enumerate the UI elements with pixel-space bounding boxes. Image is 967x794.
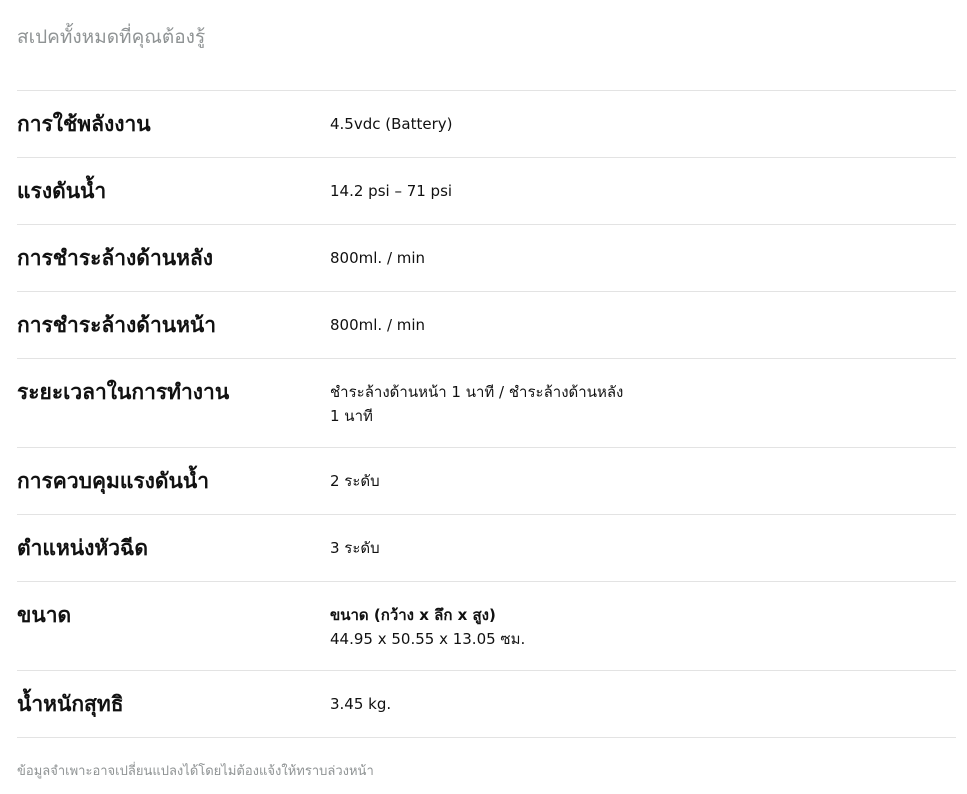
spec-value-text: 800ml. / min (330, 316, 426, 334)
section-title: สเปคทั้งหมดที่คุณต้องรู้ (17, 26, 206, 48)
spec-row-front-wash: การชำระล้างด้านหน้า 800ml. / min (17, 292, 956, 359)
spec-value-text: 14.2 psi – 71 psi (330, 182, 453, 200)
spec-table: การใช้พลังงาน 4.5vdc (Battery) แรงดันน้ำ… (17, 90, 956, 738)
spec-row-water-pressure: แรงดันน้ำ 14.2 psi – 71 psi (17, 158, 956, 225)
spec-value-heading: ขนาด (กว้าง x ลึก x สูง) (330, 606, 496, 624)
spec-value-text: 3 ระดับ (330, 539, 380, 557)
spec-value: 3.45 kg. (330, 671, 956, 737)
spec-value: 14.2 psi – 71 psi (330, 158, 956, 224)
spec-value: 800ml. / min (330, 292, 956, 358)
spec-row-net-weight: น้ำหนักสุทธิ 3.45 kg. (17, 671, 956, 738)
spec-label: การชำระล้างด้านหน้า (17, 313, 217, 337)
spec-label: แรงดันน้ำ (17, 179, 107, 203)
spec-value-text: 2 ระดับ (330, 472, 380, 490)
spec-row-operating-time: ระยะเวลาในการทำงาน ชำระล้างด้านหน้า 1 นา… (17, 359, 956, 448)
spec-label: ระยะเวลาในการทำงาน (17, 380, 230, 404)
spec-value-text: 800ml. / min (330, 249, 426, 267)
spec-value-text: 44.95 x 50.55 x 13.05 ซม. (330, 630, 526, 648)
spec-value: 4.5vdc (Battery) (330, 91, 956, 157)
spec-label: ตำแหน่งหัวฉีด (17, 536, 148, 560)
spec-row-dimensions: ขนาด ขนาด (กว้าง x ลึก x สูง) 44.95 x 50… (17, 582, 956, 671)
disclaimer-footnote: ข้อมูลจำเพาะอาจเปลี่ยนแปลงได้โดยไม่ต้องแ… (17, 764, 374, 779)
spec-value: 2 ระดับ (330, 448, 956, 514)
spec-row-rear-wash: การชำระล้างด้านหลัง 800ml. / min (17, 225, 956, 292)
spec-value-text: 1 นาที (330, 407, 373, 425)
spec-row-power: การใช้พลังงาน 4.5vdc (Battery) (17, 91, 956, 158)
spec-value: 800ml. / min (330, 225, 956, 291)
spec-value-text: 3.45 kg. (330, 695, 392, 713)
spec-row-nozzle-position: ตำแหน่งหัวฉีด 3 ระดับ (17, 515, 956, 582)
spec-label: ขนาด (17, 603, 72, 627)
spec-label: การชำระล้างด้านหลัง (17, 246, 214, 270)
spec-value-text: 4.5vdc (Battery) (330, 115, 453, 133)
spec-label: น้ำหนักสุทธิ (17, 692, 124, 716)
spec-value: ขนาด (กว้าง x ลึก x สูง) 44.95 x 50.55 x… (330, 582, 956, 670)
spec-label: การใช้พลังงาน (17, 112, 151, 136)
spec-label: การควบคุมแรงดันน้ำ (17, 469, 210, 493)
spec-row-pressure-control: การควบคุมแรงดันน้ำ 2 ระดับ (17, 448, 956, 515)
spec-value: ชำระล้างด้านหน้า 1 นาที / ชำระล้างด้านหล… (330, 359, 956, 447)
spec-value-text: ชำระล้างด้านหน้า 1 นาที / ชำระล้างด้านหล… (330, 383, 624, 401)
spec-value: 3 ระดับ (330, 515, 956, 581)
